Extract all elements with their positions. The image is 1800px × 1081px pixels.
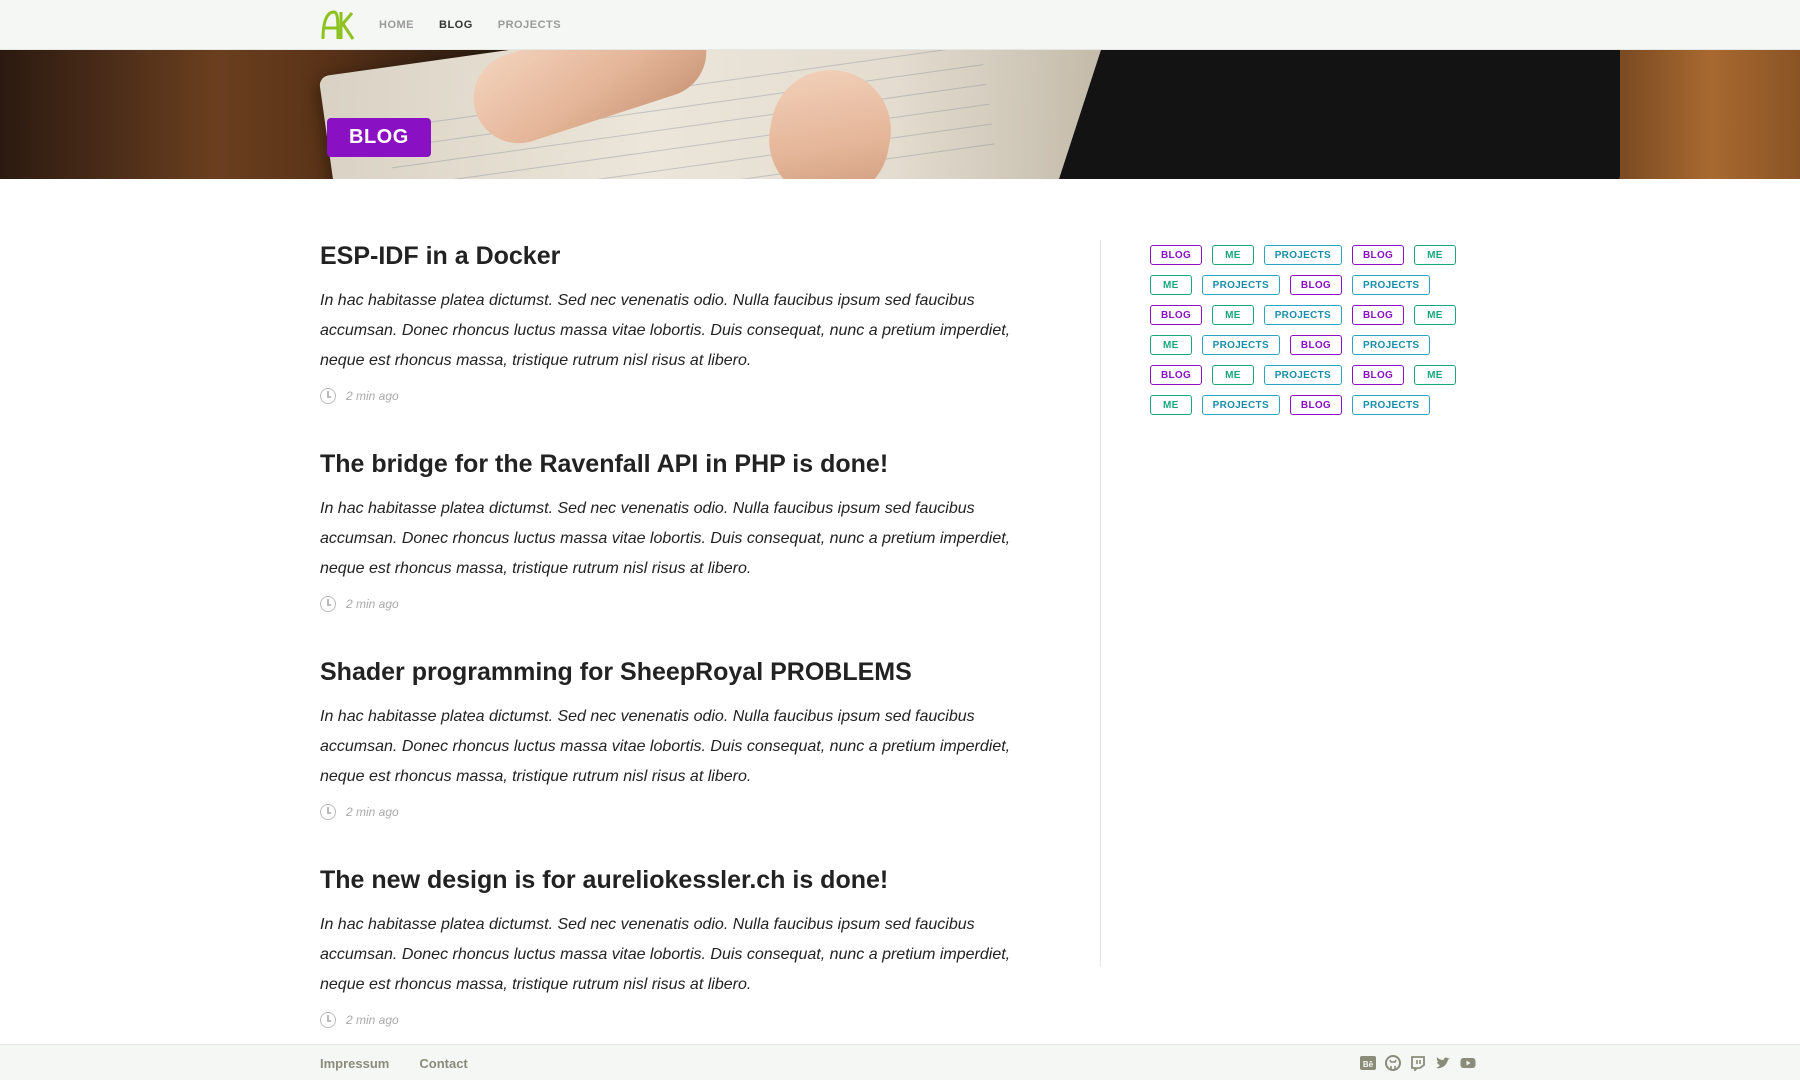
tag-projects[interactable]: PROJECTS — [1352, 395, 1431, 415]
post-title[interactable]: The bridge for the Ravenfall API in PHP … — [320, 448, 1040, 480]
nav-home[interactable]: HOME — [379, 19, 414, 31]
post-item: Shader programming for SheepRoyal PROBLE… — [320, 656, 1040, 864]
tag-blog[interactable]: BLOG — [1289, 335, 1343, 355]
tag-projects[interactable]: PROJECTS — [1263, 305, 1343, 325]
hero-banner — [0, 50, 1800, 179]
post-meta: 2 min ago — [320, 388, 1040, 404]
post-title[interactable]: The new design is for aureliokessler.ch … — [320, 864, 1040, 896]
post-item: The new design is for aureliokessler.ch … — [320, 864, 1040, 1072]
clock-icon — [320, 1012, 336, 1028]
tag-projects[interactable]: PROJECTS — [1263, 245, 1343, 265]
twitch-icon[interactable] — [1410, 1055, 1426, 1071]
post-list: ESP-IDF in a Docker In hac habitasse pla… — [320, 240, 1040, 1072]
tag-blog[interactable]: BLOG — [1352, 365, 1405, 385]
tag-projects[interactable]: PROJECTS — [1201, 395, 1280, 415]
tag-blog[interactable]: BLOG — [1289, 395, 1343, 415]
tag-me[interactable]: ME — [1414, 305, 1456, 325]
post-excerpt: In hac habitasse platea dictumst. Sed ne… — [320, 916, 1011, 993]
post-title[interactable]: ESP-IDF in a Docker — [320, 240, 1040, 272]
nav-blog[interactable]: BLOG — [439, 19, 473, 31]
tag-me[interactable]: ME — [1150, 275, 1192, 295]
post-item: The bridge for the Ravenfall API in PHP … — [320, 448, 1040, 656]
tag-blog[interactable]: BLOG — [1289, 275, 1343, 295]
tag-me[interactable]: ME — [1150, 395, 1192, 415]
clock-icon — [320, 388, 336, 404]
tag-row: ME PROJECTS BLOG PROJECTS — [1150, 395, 1470, 425]
tag-me[interactable]: ME — [1212, 305, 1254, 325]
tag-blog[interactable]: BLOG — [1150, 245, 1203, 265]
youtube-icon[interactable] — [1460, 1055, 1476, 1071]
tag-blog[interactable]: BLOG — [1352, 305, 1405, 325]
column-divider — [1100, 240, 1101, 967]
github-icon[interactable] — [1385, 1055, 1401, 1071]
tag-row: BLOG ME PROJECTS BLOG ME — [1150, 245, 1470, 275]
post-meta: 2 min ago — [320, 1012, 1040, 1028]
post-title[interactable]: Shader programming for SheepRoyal PROBLE… — [320, 656, 1040, 688]
tag-me[interactable]: ME — [1212, 245, 1254, 265]
footer-link-impressum[interactable]: Impressum — [320, 1056, 389, 1071]
post-time: 2 min ago — [346, 1013, 399, 1027]
tag-blog[interactable]: BLOG — [1150, 365, 1203, 385]
tag-row: BLOG ME PROJECTS BLOG ME — [1150, 365, 1470, 395]
post-excerpt: In hac habitasse platea dictumst. Sed ne… — [320, 500, 1011, 577]
tag-blog[interactable]: BLOG — [1150, 305, 1203, 325]
footer-link-contact[interactable]: Contact — [419, 1056, 467, 1071]
clock-icon — [320, 804, 336, 820]
main-nav: HOME BLOG PROJECTS — [379, 0, 561, 50]
tag-cloud: BLOG ME PROJECTS BLOG ME ME PROJECTS BLO… — [1150, 245, 1470, 425]
post-excerpt: In hac habitasse platea dictumst. Sed ne… — [320, 292, 1011, 369]
post-meta: 2 min ago — [320, 804, 1040, 820]
tag-projects[interactable]: PROJECTS — [1352, 275, 1431, 295]
logo-icon[interactable] — [320, 9, 354, 41]
behance-icon[interactable]: Bē — [1360, 1055, 1376, 1071]
tag-me[interactable]: ME — [1212, 365, 1254, 385]
post-excerpt: In hac habitasse platea dictumst. Sed ne… — [320, 708, 1011, 785]
post-meta: 2 min ago — [320, 596, 1040, 612]
tag-projects[interactable]: PROJECTS — [1263, 365, 1343, 385]
tag-row: BLOG ME PROJECTS BLOG ME — [1150, 305, 1470, 335]
footer-links: Impressum Contact — [320, 1045, 468, 1081]
tag-row: ME PROJECTS BLOG PROJECTS — [1150, 335, 1470, 365]
tag-me[interactable]: ME — [1414, 365, 1456, 385]
tag-projects[interactable]: PROJECTS — [1201, 335, 1280, 355]
clock-icon — [320, 596, 336, 612]
tag-row: ME PROJECTS BLOG PROJECTS — [1150, 275, 1470, 305]
nav-projects[interactable]: PROJECTS — [498, 19, 561, 31]
tag-projects[interactable]: PROJECTS — [1201, 275, 1280, 295]
tag-me[interactable]: ME — [1414, 245, 1456, 265]
page-title-badge: BLOG — [327, 118, 431, 157]
tag-projects[interactable]: PROJECTS — [1352, 335, 1431, 355]
hero-wood — [1620, 50, 1800, 179]
post-item: ESP-IDF in a Docker In hac habitasse pla… — [320, 240, 1040, 448]
hero-laptop — [1059, 50, 1661, 179]
tag-me[interactable]: ME — [1150, 335, 1192, 355]
social-links: Bē — [1360, 1045, 1476, 1081]
top-navbar: HOME BLOG PROJECTS — [0, 0, 1800, 50]
footer: Impressum Contact Bē — [0, 1044, 1800, 1080]
post-time: 2 min ago — [346, 805, 399, 819]
svg-text:Bē: Bē — [1363, 1060, 1374, 1069]
tag-blog[interactable]: BLOG — [1352, 245, 1405, 265]
twitter-icon[interactable] — [1435, 1055, 1451, 1071]
post-time: 2 min ago — [346, 389, 399, 403]
post-time: 2 min ago — [346, 597, 399, 611]
hero-notebook-image — [318, 50, 1142, 179]
